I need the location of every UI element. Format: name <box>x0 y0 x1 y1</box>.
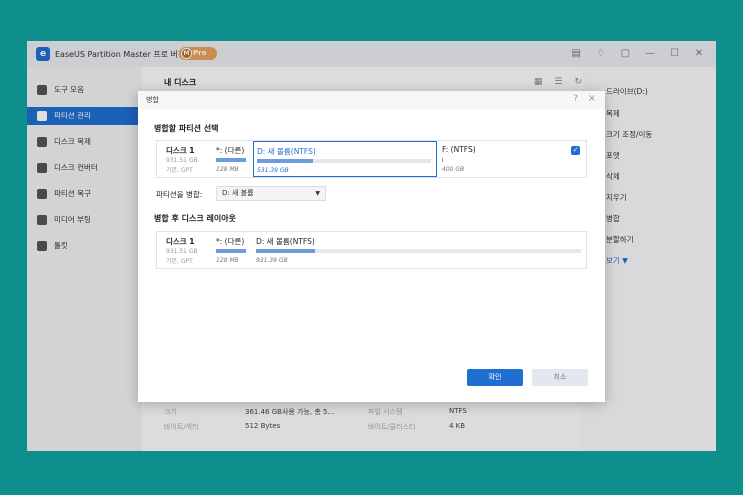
partition-size: 128 MB <box>216 257 239 264</box>
partition-label: D: 새 볼륨(NTFS) <box>257 147 316 156</box>
partition-other[interactable]: *: (다른) 128 MB <box>213 141 251 177</box>
disk-row-select: 디스크 1 931.51 GB 기본, GPT *: (다른) 128 MB D… <box>156 140 587 178</box>
partition-usage-bar <box>442 158 580 162</box>
merge-into-value: D: 새 볼륨 <box>222 189 254 197</box>
partition-label: F: (NTFS) <box>442 145 476 154</box>
partition-size: 128 MB <box>216 166 239 173</box>
disk-type: 기본, GPT <box>166 258 193 265</box>
partition-usage-bar <box>216 249 246 253</box>
disk-size: 931.51 GB <box>166 248 198 255</box>
cancel-button[interactable]: 취소 <box>532 369 588 386</box>
partition-usage-fill <box>257 159 313 163</box>
dialog-title: 병합 <box>146 96 159 104</box>
partition-label: D: 새 볼륨(NTFS) <box>256 237 315 246</box>
partition-d-merged: D: 새 볼륨(NTFS) 931.39 GB <box>253 232 586 268</box>
dialog-header: 병합 ? × <box>138 91 605 109</box>
partition-usage-fill <box>256 249 315 253</box>
checkbox-checked-icon[interactable]: ✓ <box>571 146 580 155</box>
dialog-close-icon[interactable]: × <box>588 93 596 104</box>
partition-usage-fill <box>442 158 444 162</box>
partition-size: 931.39 GB <box>256 257 288 264</box>
section-select-title: 병합할 파티션 선택 <box>154 124 219 133</box>
help-icon[interactable]: ? <box>573 94 578 104</box>
chevron-down-icon: ▼ <box>315 190 320 197</box>
merge-dialog: 병합 ? × 병합할 파티션 선택 디스크 1 931.51 GB 기본, GP… <box>138 91 605 402</box>
disk-row-layout: 디스크 1 931.51 GB 기본, GPT *: (다른) 128 MB D… <box>156 231 587 269</box>
partition-label: *: (다른) <box>216 146 245 155</box>
partition-d-new-volume[interactable]: D: 새 볼륨(NTFS) 531.39 GB <box>253 141 437 177</box>
merge-into-select[interactable]: D: 새 볼륨 ▼ <box>216 186 326 201</box>
partition-usage-fill <box>216 158 246 162</box>
disk-size: 931.51 GB <box>166 157 198 164</box>
disk-name: 디스크 1 <box>166 237 195 246</box>
partition-usage-bar <box>257 159 431 163</box>
section-layout-title: 병합 후 디스크 레이아웃 <box>154 214 236 223</box>
ok-button[interactable]: 확인 <box>467 369 523 386</box>
partition-usage-bar <box>216 158 246 162</box>
disk-type: 기본, GPT <box>166 167 193 174</box>
merge-into-label: 파티션을 병합: <box>156 190 203 199</box>
disk-name: 디스크 1 <box>166 146 195 155</box>
partition-label: *: (다른) <box>216 237 245 246</box>
partition-usage-fill <box>216 249 246 253</box>
partition-size: 400 GB <box>442 166 465 173</box>
partition-size: 531.39 GB <box>257 167 289 174</box>
partition-usage-bar <box>256 249 581 253</box>
partition-f-ntfs[interactable]: F: (NTFS) ✓ 400 GB <box>439 141 586 177</box>
partition-other: *: (다른) 128 MB <box>213 232 251 268</box>
